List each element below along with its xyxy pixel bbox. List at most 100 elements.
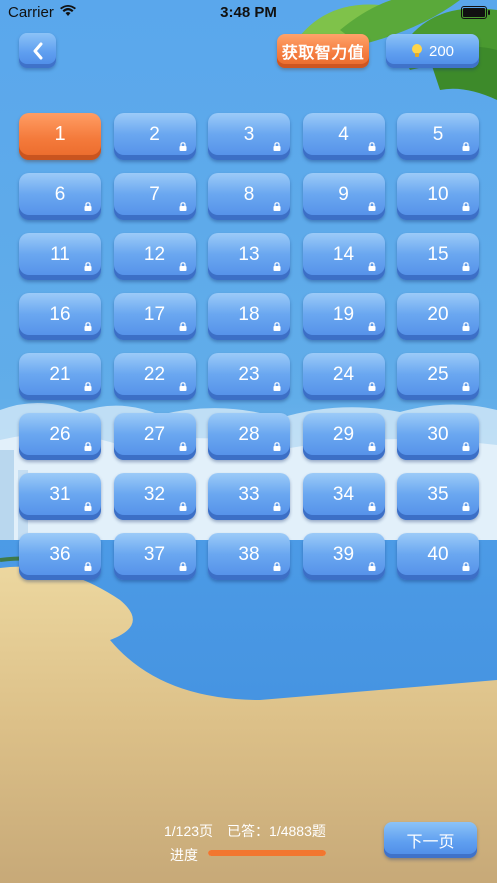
lock-icon xyxy=(368,142,375,151)
level-number: 8 xyxy=(243,183,255,205)
level-tile[interactable]: 30 xyxy=(397,413,479,460)
level-tile[interactable]: 20 xyxy=(397,293,479,340)
lock-icon xyxy=(179,142,186,151)
lock-icon xyxy=(84,502,92,511)
level-tile[interactable]: 23 xyxy=(208,353,290,400)
level-tile[interactable]: 5 xyxy=(397,113,479,160)
level-number: 17 xyxy=(143,303,166,325)
level-tile[interactable]: 16 xyxy=(19,293,101,340)
level-number: 4 xyxy=(338,123,349,145)
points-balance-button[interactable]: 200 xyxy=(386,34,479,68)
level-number: 36 xyxy=(49,543,71,565)
level-number: 31 xyxy=(49,483,71,505)
level-tile[interactable]: 24 xyxy=(302,353,385,400)
lock-icon xyxy=(368,442,375,451)
back-button[interactable] xyxy=(19,33,56,68)
lock-icon xyxy=(273,142,281,151)
level-tile[interactable]: 11 xyxy=(19,233,101,280)
lock-icon xyxy=(84,202,92,211)
level-number: 40 xyxy=(427,543,449,565)
battery-icon xyxy=(461,6,490,19)
lock-icon xyxy=(179,202,186,211)
level-tile[interactable]: 31 xyxy=(19,473,101,520)
level-tile[interactable]: 18 xyxy=(208,293,290,340)
page-stats: 1/123页 已答：1/4883题 xyxy=(164,821,340,841)
lock-icon xyxy=(368,382,375,391)
level-number: 18 xyxy=(238,303,260,325)
level-tile[interactable]: 36 xyxy=(19,533,101,580)
lock-icon xyxy=(462,142,470,151)
level-tile[interactable]: 27 xyxy=(113,413,196,460)
level-tile[interactable]: 17 xyxy=(113,293,196,340)
level-tile[interactable]: 1 xyxy=(19,113,101,160)
lock-icon xyxy=(84,262,92,271)
level-tile[interactable]: 13 xyxy=(208,233,290,280)
level-number: 10 xyxy=(427,183,449,205)
answered-count: 已答：1/4883题 xyxy=(227,823,326,839)
lock-icon xyxy=(462,502,470,511)
level-tile[interactable]: 10 xyxy=(397,173,479,220)
lock-icon xyxy=(462,202,470,211)
next-page-button[interactable]: 下一页 xyxy=(384,822,477,858)
level-tile[interactable]: 21 xyxy=(19,353,101,400)
level-select-screen: Carrier 3:48 PM 获取智力值 200 1 2 3 4 5 6 7 8 9 10 11 1… xyxy=(0,0,497,883)
level-tile[interactable]: 19 xyxy=(302,293,385,340)
lock-icon xyxy=(84,562,92,571)
progress-fill xyxy=(208,850,326,856)
level-number: 6 xyxy=(54,183,66,205)
level-number: 2 xyxy=(149,123,160,145)
level-tile[interactable]: 4 xyxy=(302,113,385,160)
level-tile[interactable]: 2 xyxy=(113,113,196,160)
level-number: 38 xyxy=(238,543,260,565)
level-tile[interactable]: 22 xyxy=(113,353,196,400)
level-number: 37 xyxy=(143,543,166,565)
level-number: 13 xyxy=(238,243,260,265)
level-tile[interactable]: 35 xyxy=(397,473,479,520)
level-tile[interactable]: 40 xyxy=(397,533,479,580)
lock-icon xyxy=(179,562,186,571)
lock-icon xyxy=(462,382,470,391)
level-tile[interactable]: 6 xyxy=(19,173,101,220)
level-number: 15 xyxy=(427,243,449,265)
level-number: 12 xyxy=(143,243,166,265)
level-tile[interactable]: 34 xyxy=(302,473,385,520)
level-tile[interactable]: 29 xyxy=(302,413,385,460)
level-tile[interactable]: 28 xyxy=(208,413,290,460)
lock-icon xyxy=(273,562,281,571)
level-number: 35 xyxy=(427,483,449,505)
chevron-left-icon xyxy=(33,42,42,59)
get-points-button[interactable]: 获取智力值 xyxy=(277,34,369,68)
level-tile[interactable]: 3 xyxy=(208,113,290,160)
lock-icon xyxy=(462,442,470,451)
level-tile[interactable]: 12 xyxy=(113,233,196,280)
level-number: 29 xyxy=(332,423,355,445)
level-tile[interactable]: 32 xyxy=(113,473,196,520)
lock-icon xyxy=(179,262,186,271)
level-number: 26 xyxy=(49,423,71,445)
lock-icon xyxy=(462,262,470,271)
level-tile[interactable]: 33 xyxy=(208,473,290,520)
level-tile[interactable]: 37 xyxy=(113,533,196,580)
level-number: 7 xyxy=(149,183,160,205)
lock-icon xyxy=(273,322,281,331)
level-number: 27 xyxy=(143,423,166,445)
level-number: 5 xyxy=(432,123,444,145)
lock-icon xyxy=(368,562,375,571)
level-tile[interactable]: 8 xyxy=(208,173,290,220)
level-tile[interactable]: 15 xyxy=(397,233,479,280)
level-number: 34 xyxy=(332,483,355,505)
lock-icon xyxy=(273,502,281,511)
level-tile[interactable]: 26 xyxy=(19,413,101,460)
level-tile[interactable]: 14 xyxy=(302,233,385,280)
get-points-label: 获取智力值 xyxy=(281,45,365,62)
lock-icon xyxy=(179,442,186,451)
level-tile[interactable]: 25 xyxy=(397,353,479,400)
progress-bar xyxy=(208,850,326,856)
level-tile[interactable]: 38 xyxy=(208,533,290,580)
level-number: 11 xyxy=(50,243,70,265)
lock-icon xyxy=(84,382,92,391)
level-tile[interactable]: 9 xyxy=(302,173,385,220)
level-tile[interactable]: 7 xyxy=(113,173,196,220)
level-tile[interactable]: 39 xyxy=(302,533,385,580)
level-number: 33 xyxy=(238,483,260,505)
